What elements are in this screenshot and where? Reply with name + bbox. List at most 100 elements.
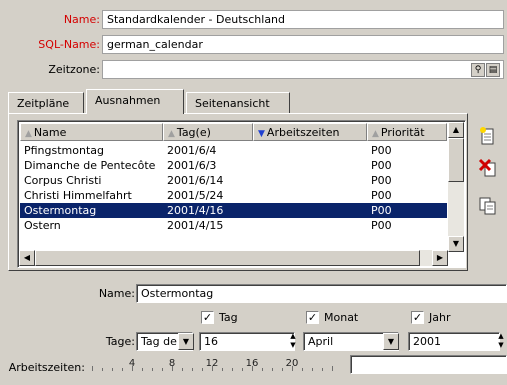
tag-checkbox[interactable]: ✓ — [201, 311, 214, 324]
table-row[interactable]: Ostern 2001/4/15 P00 — [20, 218, 447, 233]
table-cell-name: Christi Himmelfahrt — [24, 189, 132, 202]
details-icon[interactable]: ▤ — [486, 63, 500, 77]
sort-icon: ▲ — [372, 129, 379, 139]
working-hours-ruler[interactable]: 4 8 12 16 20 — [88, 358, 346, 374]
table-cell-name: Corpus Christi — [24, 174, 102, 187]
column-header-tage-label: Tag(e) — [176, 126, 211, 139]
chevron-down-icon[interactable]: ▼ — [178, 333, 194, 350]
ruler-tick — [262, 368, 263, 371]
year-stepper-icon[interactable]: ▲ ▼ — [496, 332, 506, 351]
table-cell-date: 2001/6/3 — [167, 159, 217, 172]
ruler-label: 16 — [245, 358, 259, 369]
table-cell-priority: P00 — [371, 159, 392, 172]
table-row[interactable]: Dimanche de Pentecôte 2001/6/3 P00 — [20, 158, 447, 173]
sql-name-field[interactable]: german_calendar — [102, 35, 504, 54]
jahr-checkbox-label: Jahr — [429, 311, 451, 324]
duplicate-icon[interactable] — [477, 196, 499, 220]
detail-name-label: Name: — [98, 287, 135, 300]
new-document-icon[interactable] — [477, 126, 499, 150]
working-hours-field[interactable] — [350, 355, 507, 374]
name-field[interactable]: Standardkalender - Deutschland — [102, 10, 504, 29]
ruler-tick — [232, 368, 233, 371]
ruler-tick — [282, 368, 283, 371]
column-header-arbeitszeiten-label: Arbeitszeiten — [266, 126, 340, 139]
ruler-tick — [152, 368, 153, 371]
ruler-tick — [302, 368, 303, 371]
ruler-tick — [192, 368, 193, 371]
ruler-tick — [142, 368, 143, 371]
table-cell-priority: P00 — [371, 219, 392, 232]
scroll-thumb[interactable] — [448, 138, 464, 182]
table-cell-name: Ostern — [24, 219, 61, 232]
detail-name-field[interactable]: Ostermontag — [136, 284, 507, 303]
monat-checkbox[interactable]: ✓ — [306, 311, 319, 324]
ruler-tick — [222, 368, 223, 371]
day-stepper-icon[interactable]: ▲ ▼ — [288, 332, 298, 351]
column-header-prioritaet-label: Priorität — [380, 126, 425, 139]
table-cell-priority: P00 — [371, 189, 392, 202]
ruler-tick — [322, 368, 323, 371]
table-cell-date: 2001/6/14 — [167, 174, 224, 187]
arbeitszeiten-label: Arbeitszeiten: — [8, 361, 85, 374]
table-cell-name: Pfingstmontag — [24, 144, 105, 157]
scroll-down-icon[interactable]: ▼ — [448, 236, 464, 252]
table-cell-priority: P00 — [371, 204, 392, 217]
column-header-name[interactable]: ▲ Name — [20, 123, 163, 141]
exceptions-list[interactable]: ▲ Name ▲ Tag(e) ▼ Arbeitszeiten ▲ Priorität … — [17, 120, 466, 268]
column-header-arbeitszeiten[interactable]: ▼ Arbeitszeiten — [253, 123, 367, 141]
search-icon[interactable]: ⚲ — [471, 63, 485, 77]
tab-zeitplaene-label: Zeitpläne — [17, 97, 70, 110]
table-cell-name: Dimanche de Pentecôte — [24, 159, 156, 172]
timezone-field[interactable] — [102, 60, 504, 79]
table-cell-date: 2001/4/16 — [167, 204, 224, 217]
vertical-scrollbar[interactable]: ▲ ▼ — [448, 122, 464, 252]
table-cell-date: 2001/4/15 — [167, 219, 224, 232]
table-cell-date: 2001/6/4 — [167, 144, 217, 157]
tab-seitenansicht-label: Seitenansicht — [195, 97, 270, 110]
scroll-right-icon[interactable]: ▶ — [432, 250, 448, 266]
delete-icon[interactable] — [477, 158, 499, 182]
name-label: Name: — [63, 13, 100, 26]
sort-desc-icon: ▼ — [258, 129, 265, 139]
ruler-tick — [162, 368, 163, 371]
table-cell-name: Ostermontag — [24, 204, 97, 217]
tab-zeitplaene[interactable]: Zeitpläne — [8, 92, 84, 114]
ruler-tick — [92, 366, 93, 371]
chevron-down-icon[interactable]: ▼ — [383, 333, 399, 350]
tag-checkbox-label: Tag — [219, 311, 238, 324]
year-field[interactable]: 2001 — [408, 332, 500, 351]
column-header-name-label: Name — [33, 126, 67, 139]
ruler-tick — [112, 368, 113, 371]
ruler-label: 12 — [205, 358, 219, 369]
table-cell-priority: P00 — [371, 144, 392, 157]
column-header-tage[interactable]: ▲ Tag(e) — [163, 123, 253, 141]
table-row[interactable]: Ostermontag 2001/4/16 P00 — [20, 203, 447, 218]
ruler-label: 8 — [168, 358, 176, 369]
ruler-tick — [242, 368, 243, 371]
table-row[interactable]: Pfingstmontag 2001/6/4 P00 — [20, 143, 447, 158]
ruler-label: 4 — [128, 358, 136, 369]
table-row[interactable]: Christi Himmelfahrt 2001/5/24 P00 — [20, 188, 447, 203]
ruler-label: 20 — [285, 358, 299, 369]
tage-select-value: Tag de — [141, 335, 177, 348]
tab-ausnahmen[interactable]: Ausnahmen — [86, 89, 184, 114]
sql-name-label: SQL-Name: — [38, 38, 100, 51]
day-field[interactable]: 16 — [199, 332, 295, 351]
tab-seitenansicht[interactable]: Seitenansicht — [186, 92, 290, 114]
sort-icon: ▲ — [25, 129, 32, 139]
ruler-tick — [312, 368, 313, 371]
ruler-tick — [272, 368, 273, 371]
ruler-tick — [182, 368, 183, 371]
ruler-tick — [202, 368, 203, 371]
hscroll-thumb[interactable] — [35, 250, 420, 266]
tab-ausnahmen-label: Ausnahmen — [95, 94, 161, 107]
table-cell-priority: P00 — [371, 174, 392, 187]
scroll-up-icon[interactable]: ▲ — [448, 122, 464, 138]
column-header-prioritaet[interactable]: ▲ Priorität — [367, 123, 447, 141]
monat-checkbox-label: Monat — [324, 311, 359, 324]
horizontal-scrollbar[interactable]: ◀ ▶ — [19, 250, 448, 266]
table-row[interactable]: Corpus Christi 2001/6/14 P00 — [20, 173, 447, 188]
scroll-left-icon[interactable]: ◀ — [19, 250, 35, 266]
jahr-checkbox[interactable]: ✓ — [411, 311, 424, 324]
ruler-tick — [332, 366, 333, 371]
